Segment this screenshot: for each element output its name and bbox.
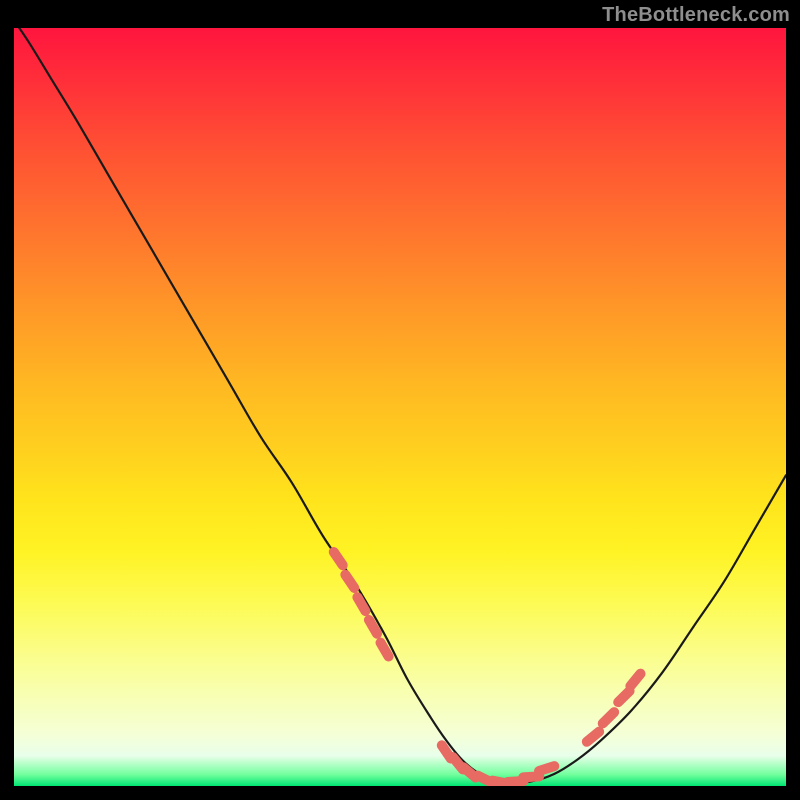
highlight-marker	[533, 760, 561, 778]
highlight-marker	[351, 590, 373, 618]
highlight-markers-group	[327, 545, 648, 786]
highlight-marker	[338, 568, 361, 595]
bottleneck-curve-svg	[14, 28, 786, 786]
chart-plot-area	[14, 28, 786, 786]
highlight-marker	[623, 667, 647, 693]
highlight-marker	[327, 545, 350, 572]
bottleneck-curve-path	[14, 28, 786, 783]
highlight-marker	[596, 705, 622, 730]
watermark-text: TheBottleneck.com	[602, 4, 790, 27]
chart-stage: TheBottleneck.com	[0, 0, 800, 800]
